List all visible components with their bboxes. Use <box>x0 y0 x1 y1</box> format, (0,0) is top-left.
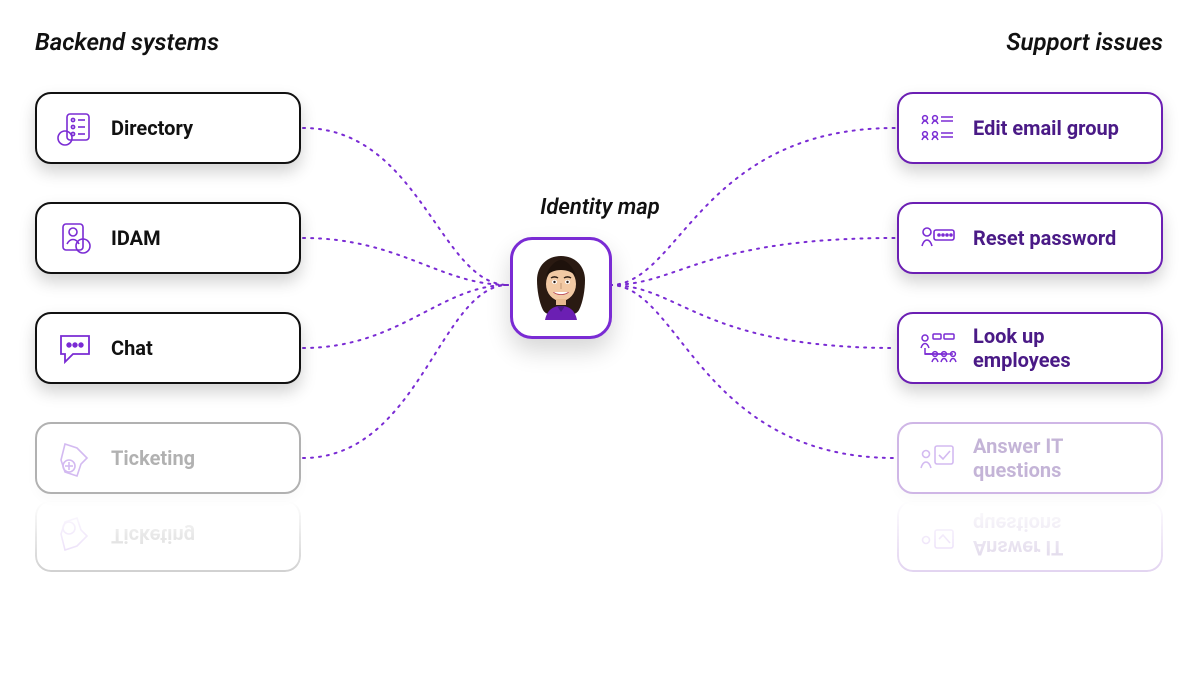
card-chat: Chat <box>35 312 301 384</box>
identity-avatar <box>510 237 612 339</box>
card-label: Directory <box>111 116 193 140</box>
card-label: Reset password <box>973 226 1116 250</box>
card-ticketing-reflection: Ticketing <box>35 500 301 572</box>
employees-icon <box>917 328 957 368</box>
card-answer-it-questions: Answer IT questions <box>897 422 1163 494</box>
card-directory: Directory <box>35 92 301 164</box>
directory-icon <box>55 108 95 148</box>
answer-icon <box>917 438 957 478</box>
diagram-stage: Backend systems Support issues Identity … <box>0 0 1200 673</box>
ticketing-icon <box>55 438 95 478</box>
card-reset-password: Reset password <box>897 202 1163 274</box>
card-ticketing: Ticketing <box>35 422 301 494</box>
card-label: Edit email group <box>973 116 1119 140</box>
heading-backend-systems: Backend systems <box>35 28 219 56</box>
card-label: Chat <box>111 336 153 360</box>
avatar-icon <box>529 252 593 324</box>
chat-icon <box>55 328 95 368</box>
idam-icon <box>55 218 95 258</box>
card-answer-reflection: Answer IT questions <box>897 500 1163 572</box>
card-look-up-employees: Look up employees <box>897 312 1163 384</box>
card-edit-email-group: Edit email group <box>897 92 1163 164</box>
password-icon <box>917 218 957 258</box>
group-icon <box>917 108 957 148</box>
card-idam: IDAM <box>35 202 301 274</box>
card-label: IDAM <box>111 226 161 250</box>
card-label: Look up employees <box>973 324 1143 372</box>
card-label: Answer IT questions <box>973 434 1143 482</box>
card-label: Ticketing <box>111 446 195 470</box>
heading-support-issues: Support issues <box>1006 28 1163 56</box>
